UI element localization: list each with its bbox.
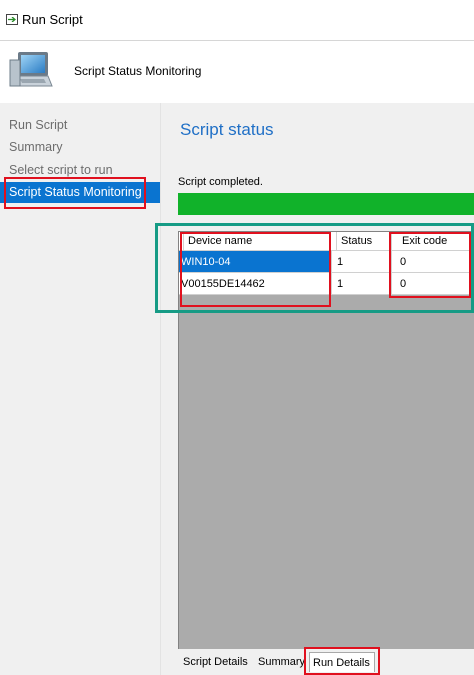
- nav-item-run-script[interactable]: Run Script: [9, 118, 67, 132]
- run-script-window-icon: [6, 14, 18, 25]
- annotation-box-run-details-tab: [304, 647, 380, 675]
- progress-fill: [178, 193, 474, 215]
- section-title: Script status: [180, 120, 274, 139]
- progress-bar: [178, 193, 474, 215]
- annotation-box-exit-code-column: [389, 232, 471, 298]
- status-text: Script completed.: [178, 176, 263, 188]
- annotation-box-nav: [4, 177, 146, 209]
- tab-summary[interactable]: Summary: [255, 652, 308, 672]
- computer-icon: [9, 52, 53, 87]
- window-title: Run Script: [22, 12, 83, 27]
- wizard-header: [0, 41, 474, 103]
- annotation-box-device-column: [180, 232, 331, 307]
- nav-item-summary[interactable]: Summary: [9, 140, 62, 154]
- nav-item-select-script[interactable]: Select script to run: [9, 163, 113, 177]
- header-title: Script Status Monitoring: [74, 64, 202, 78]
- tab-script-details[interactable]: Script Details: [180, 652, 251, 672]
